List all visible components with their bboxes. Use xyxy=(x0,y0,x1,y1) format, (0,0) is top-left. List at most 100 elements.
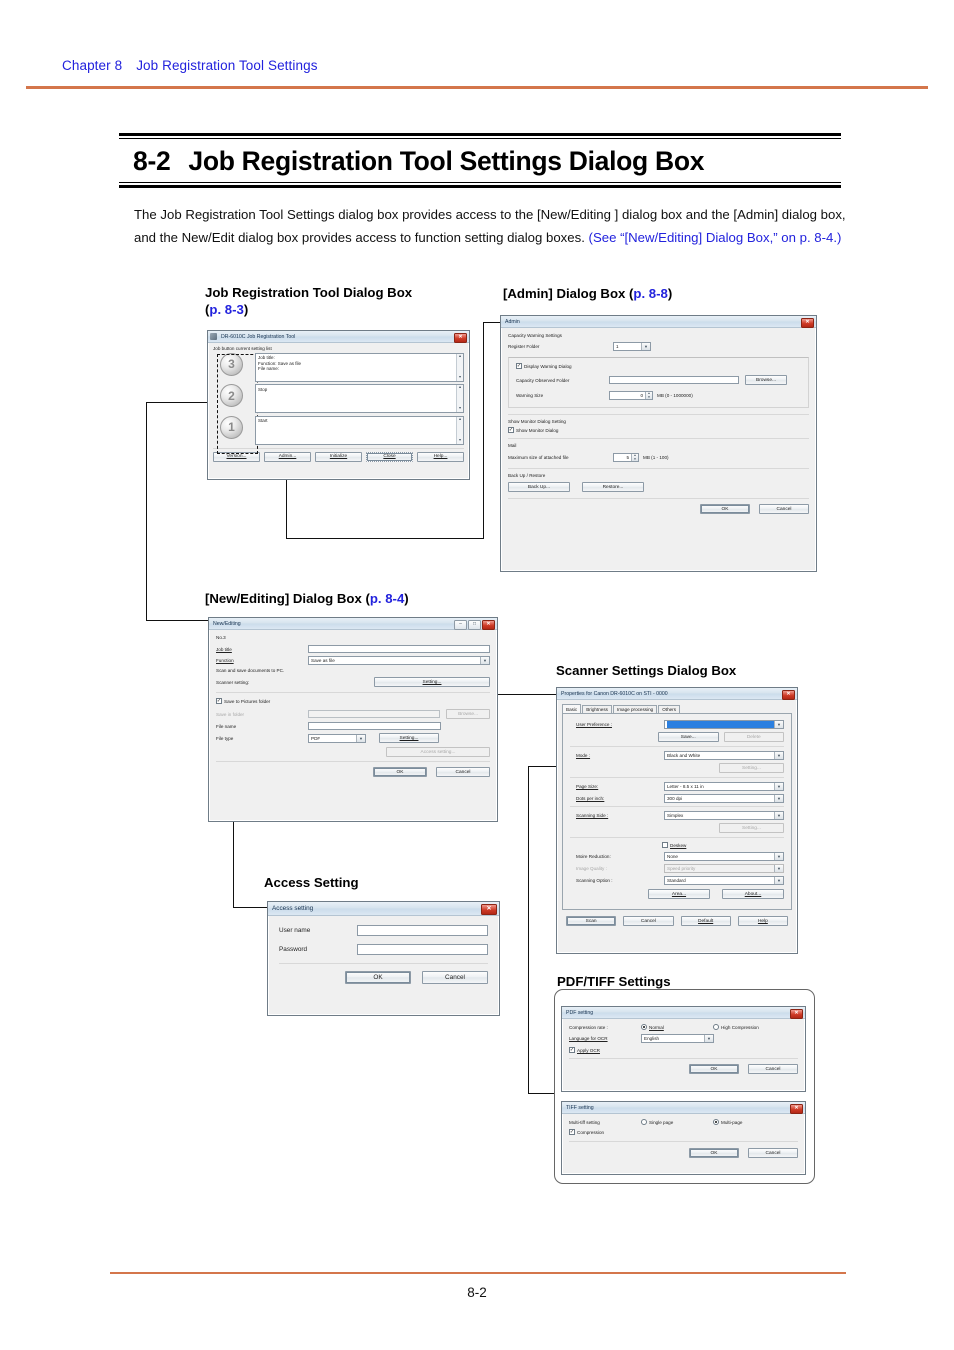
pdf-titlebar[interactable]: PDF setting ✕ xyxy=(562,1007,805,1019)
restore-button[interactable]: Restore... xyxy=(582,482,644,492)
admin-button[interactable]: Admin... xyxy=(264,451,311,462)
scanner-setting-button[interactable]: Setting... xyxy=(374,677,490,687)
scroll-down-icon[interactable]: ▼ xyxy=(458,438,462,444)
cancel-button[interactable]: Cancel xyxy=(623,916,674,926)
single-page-radio[interactable]: Single page xyxy=(641,1119,713,1125)
chevron-down-icon[interactable]: ▼ xyxy=(356,734,365,742)
multi-page-radio[interactable]: Multi-page xyxy=(713,1119,742,1125)
spinner-arrows-icon[interactable]: ▲ ▼ xyxy=(645,392,652,399)
checkbox-icon[interactable]: ✓ xyxy=(569,1129,575,1135)
access-titlebar[interactable]: Access setting ✕ xyxy=(268,902,499,916)
checkbox-icon[interactable]: ✓ xyxy=(516,363,522,369)
job-setting-list-3[interactable]: Job title: Function: Save as file File n… xyxy=(255,352,464,382)
chevron-down-icon[interactable]: ▼ xyxy=(774,795,783,802)
ok-button[interactable]: OK xyxy=(373,767,427,777)
access-setting-dialog[interactable]: Access setting ✕ User name Password OK C… xyxy=(267,901,500,1016)
area-button[interactable]: Area... xyxy=(648,889,710,899)
moire-select[interactable]: None ▼ xyxy=(664,852,784,861)
scanning-option-select[interactable]: Standard ▼ xyxy=(664,876,784,885)
user-name-input[interactable] xyxy=(357,925,488,936)
apply-ocr-checkbox[interactable]: ✓ Apply OCR xyxy=(569,1047,798,1053)
close-icon[interactable]: ✕ xyxy=(481,903,497,915)
new-editing-window-buttons[interactable]: – □ ✕ xyxy=(454,619,495,630)
scrollbar-job-1[interactable]: ▲ ▼ xyxy=(456,416,463,444)
display-warning-dialog-checkbox[interactable]: ✓ Display Warning Dialog xyxy=(516,363,801,369)
radio-icon[interactable] xyxy=(713,1119,719,1125)
save-preference-button[interactable]: Save... xyxy=(658,732,719,742)
close-button[interactable]: Close xyxy=(366,451,413,462)
scroll-up-icon[interactable]: ▲ xyxy=(458,417,462,423)
chevron-down-icon[interactable]: ▼ xyxy=(774,853,783,860)
scanner-titlebar[interactable]: Properties for Canon DR-6010C on STI - 0… xyxy=(557,688,797,700)
function-select[interactable]: Save as file ▼ xyxy=(308,656,490,665)
tiff-compression-checkbox[interactable]: ✓ Compression xyxy=(569,1129,798,1135)
spinner-arrows-icon[interactable]: ▲ ▼ xyxy=(631,454,638,461)
minimize-icon[interactable]: – xyxy=(454,619,467,630)
checkbox-icon[interactable]: ✓ xyxy=(216,698,222,704)
default-button[interactable]: Default xyxy=(680,916,731,926)
save-to-pictures-checkbox[interactable]: ✓ Save to Pictures folder xyxy=(216,698,490,704)
compression-normal-radio[interactable]: Normal xyxy=(641,1024,713,1030)
scrollbar-job-3[interactable]: ▲ ▼ xyxy=(456,353,463,381)
job-setting-list-2[interactable]: Stop ▲ ▼ xyxy=(255,384,464,413)
job-setting-list-1[interactable]: Start ▲ ▼ xyxy=(255,415,464,445)
browse-button[interactable]: Browse... xyxy=(745,375,787,385)
radio-icon[interactable] xyxy=(713,1024,719,1030)
job-title-input[interactable] xyxy=(308,645,490,653)
cancel-button[interactable]: Cancel xyxy=(436,767,490,777)
file-name-input[interactable] xyxy=(308,722,441,730)
scroll-up-icon[interactable]: ▲ xyxy=(458,385,462,391)
tab-brightness[interactable]: Brightness xyxy=(582,705,612,713)
show-monitor-dialog-checkbox[interactable]: ✓ Show Monitor Dialog xyxy=(508,427,809,433)
checkbox-icon[interactable]: ✓ xyxy=(508,427,514,433)
admin-window-buttons[interactable]: ✕ xyxy=(801,317,814,328)
scroll-up-icon[interactable]: ▲ xyxy=(458,354,462,360)
checkbox-icon[interactable] xyxy=(662,842,668,848)
chevron-down-icon[interactable]: ▼ xyxy=(774,812,783,819)
access-window-buttons[interactable]: ✕ xyxy=(481,903,497,915)
help-button[interactable]: Help xyxy=(737,916,788,926)
chevron-down-icon[interactable]: ▼ xyxy=(774,721,783,728)
job-registration-tool-dialog[interactable]: DR-6010C Job Registration Tool ✕ Job but… xyxy=(207,330,470,480)
compression-high-radio[interactable]: High Compression xyxy=(713,1024,759,1030)
scroll-down-icon[interactable]: ▼ xyxy=(458,375,462,381)
register-folder-select[interactable]: 1 ▼ xyxy=(613,342,651,351)
file-type-select[interactable]: PDF ▼ xyxy=(308,733,366,743)
pdf-window-buttons[interactable]: ✕ xyxy=(790,1008,803,1019)
pdf-setting-dialog[interactable]: PDF setting ✕ Compression rate : Normal … xyxy=(561,1006,806,1092)
caption-new-editing-page-link[interactable]: p. 8-4 xyxy=(370,591,404,606)
deskew-checkbox[interactable]: Deskew xyxy=(570,842,784,848)
admin-titlebar[interactable]: Admin ✕ xyxy=(501,316,816,328)
tiff-setting-dialog[interactable]: TIFF setting ✕ Multi-tiff setting Single… xyxy=(561,1101,806,1175)
ok-button[interactable]: OK xyxy=(689,1148,739,1158)
close-icon[interactable]: ✕ xyxy=(790,1103,803,1114)
scanner-tab-bar[interactable]: Basic Brightness Image processing Others xyxy=(562,704,792,714)
cancel-button[interactable]: Cancel xyxy=(748,1148,798,1158)
close-icon[interactable]: ✕ xyxy=(801,317,814,328)
scanning-side-select[interactable]: Simplex ▼ xyxy=(664,811,784,820)
chevron-down-icon[interactable]: ▼ xyxy=(774,783,783,790)
scrollbar-job-2[interactable]: ▲ ▼ xyxy=(456,385,463,412)
caption-admin-page-link[interactable]: p. 8-8 xyxy=(633,286,667,301)
warning-size-stepper[interactable]: 0 ▲ ▼ xyxy=(609,391,653,400)
tiff-window-buttons[interactable]: ✕ xyxy=(790,1103,803,1114)
back-up-button[interactable]: Back Up... xyxy=(508,482,570,492)
about-button[interactable]: About... xyxy=(722,889,784,899)
cancel-button[interactable]: Cancel xyxy=(759,504,809,514)
maximize-icon[interactable]: □ xyxy=(468,619,481,630)
page-size-select[interactable]: Letter - 8.5 x 11 in ▼ xyxy=(664,782,784,791)
chevron-down-icon[interactable]: ▼ xyxy=(774,877,783,884)
tiff-titlebar[interactable]: TIFF setting ✕ xyxy=(562,1102,805,1114)
capacity-observed-folder-input[interactable] xyxy=(609,376,739,384)
scanner-window-buttons[interactable]: ✕ xyxy=(782,689,795,700)
close-icon[interactable]: ✕ xyxy=(790,1008,803,1019)
file-type-setting-button[interactable]: Setting... xyxy=(379,733,439,743)
tab-basic[interactable]: Basic xyxy=(562,704,582,713)
user-preference-select[interactable]: ▼ xyxy=(664,720,784,729)
tab-others[interactable]: Others xyxy=(658,705,681,713)
chevron-down-icon[interactable]: ▼ xyxy=(480,657,489,664)
scanner-settings-dialog[interactable]: Properties for Canon DR-6010C on STI - 0… xyxy=(556,687,798,954)
chevron-down-icon[interactable]: ▼ xyxy=(641,343,650,350)
initialize-button[interactable]: Initialize xyxy=(315,451,362,462)
ok-button[interactable]: OK xyxy=(345,971,411,984)
